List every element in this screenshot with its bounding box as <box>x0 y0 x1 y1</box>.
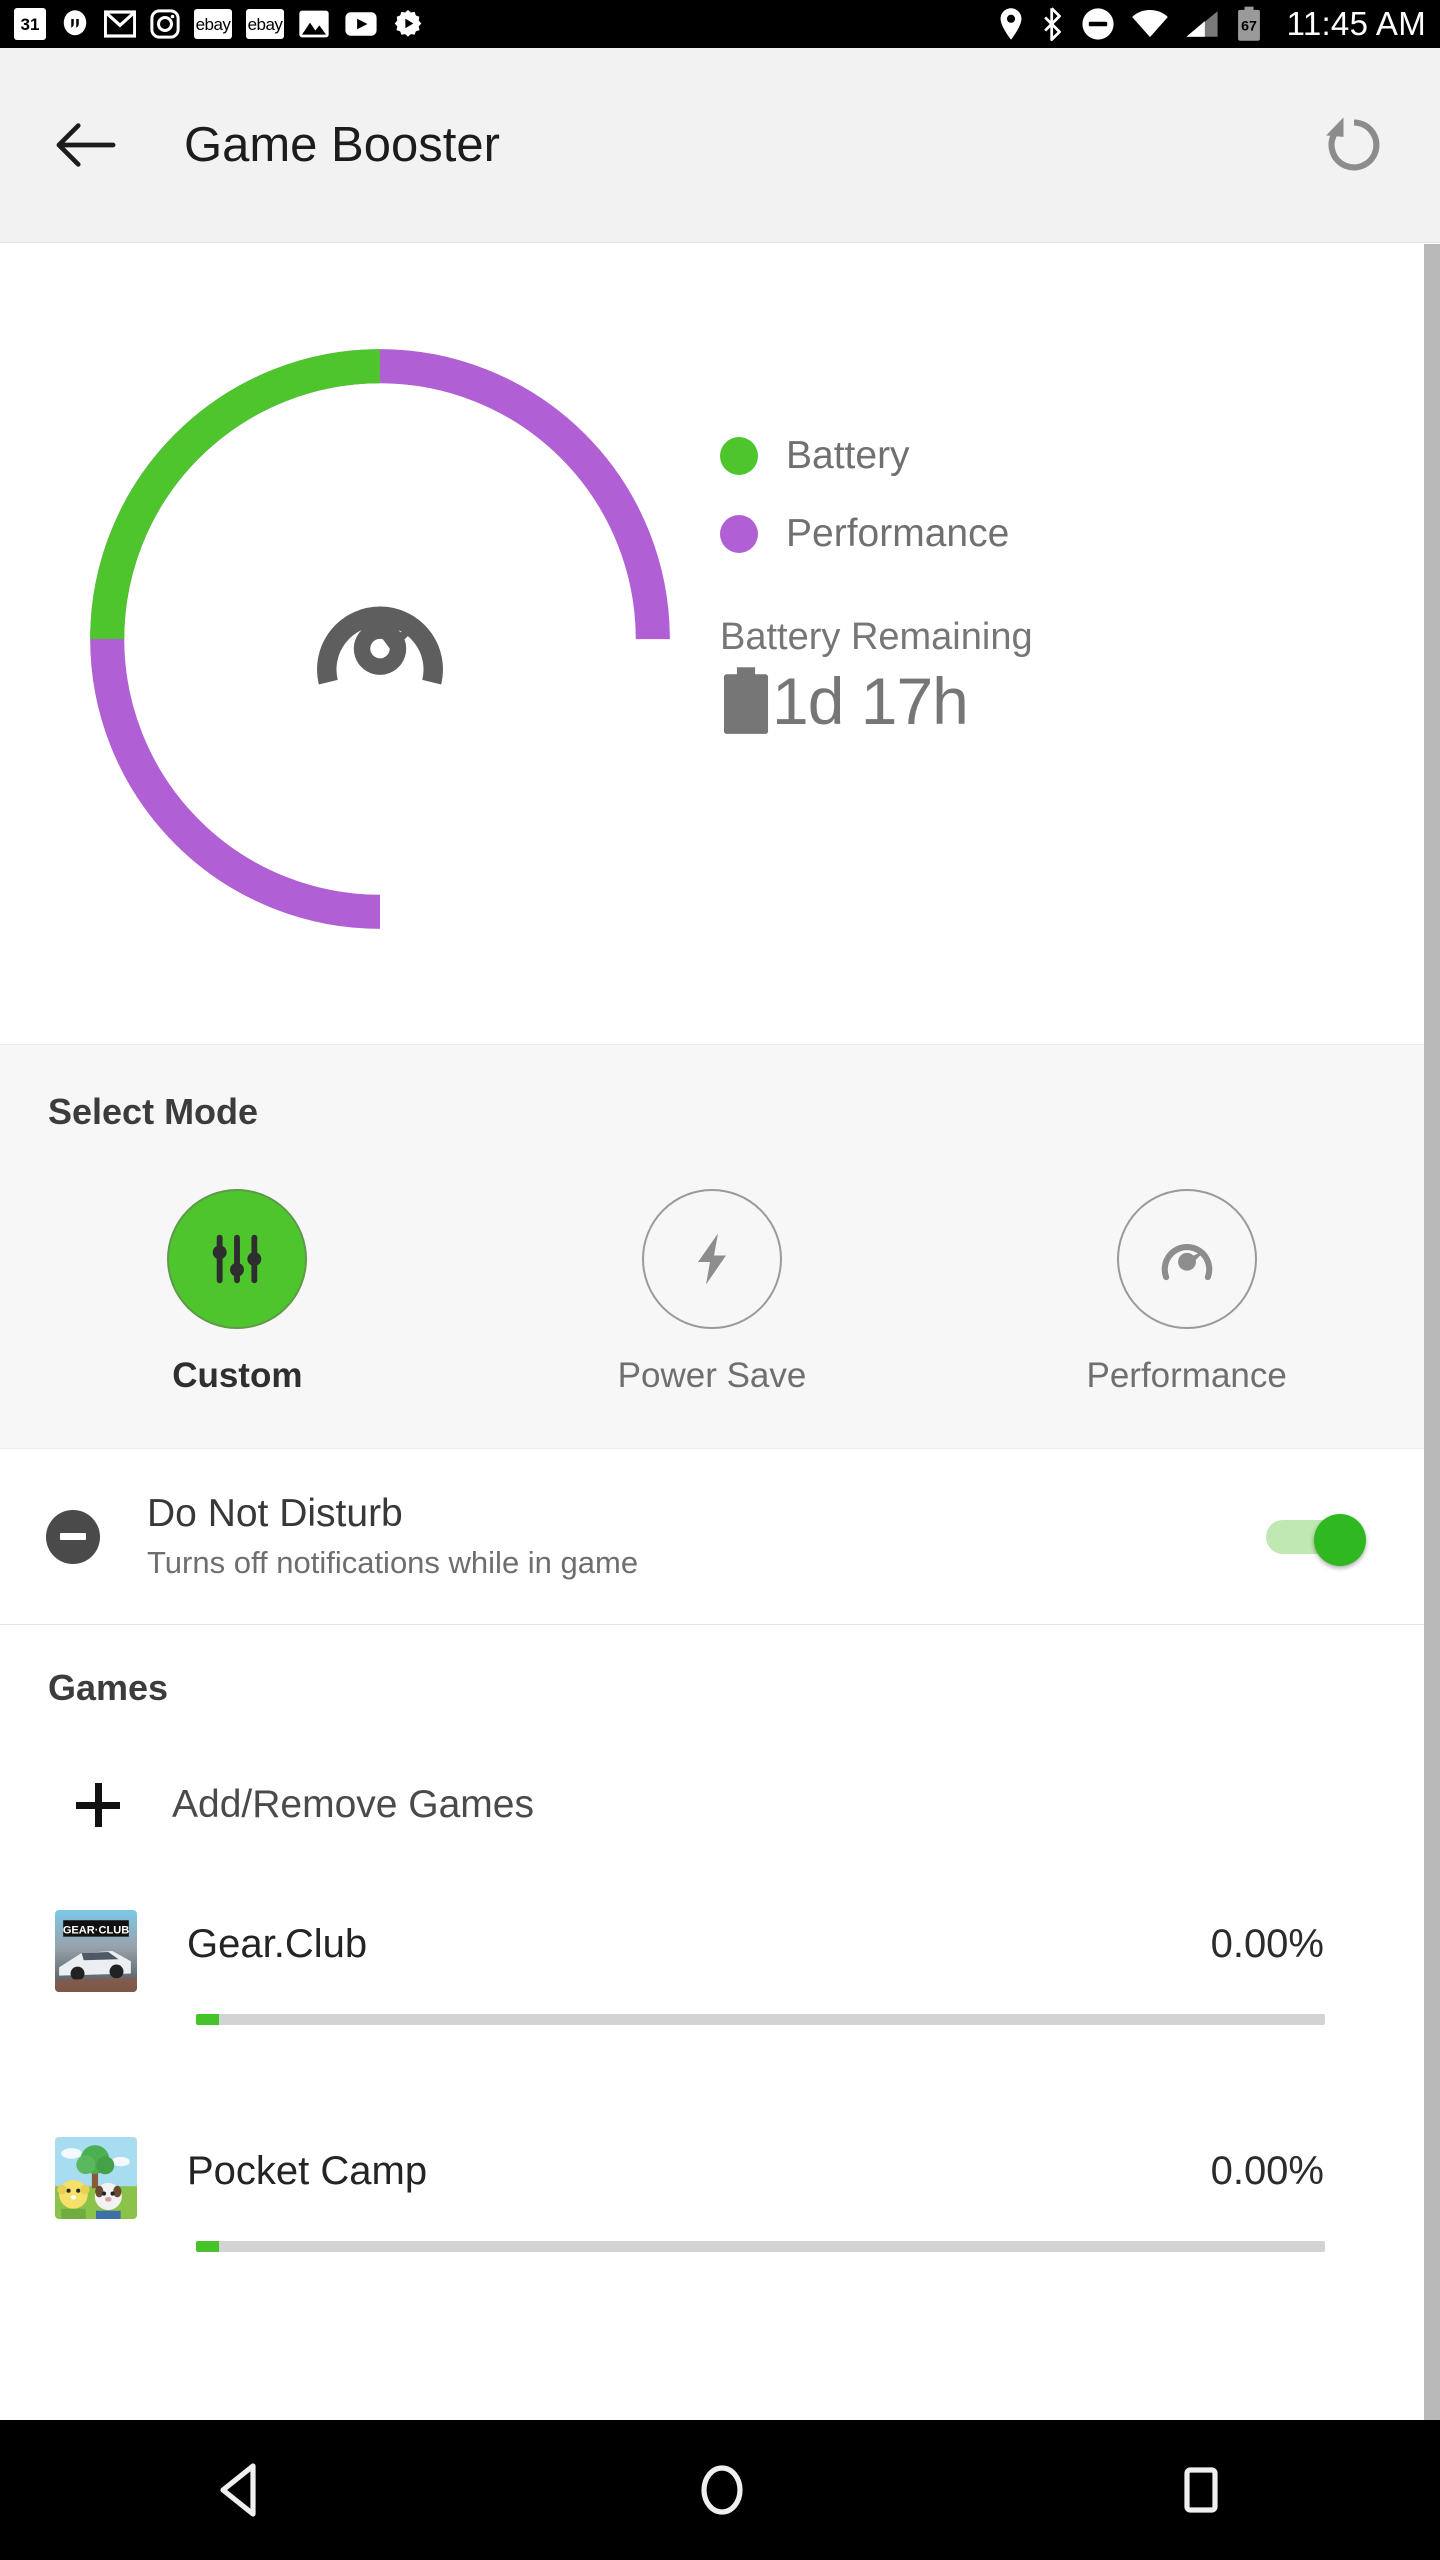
mode-option-custom[interactable]: Custom <box>0 1189 475 1396</box>
phone-screen: 31 ebay ebay 67 11:45 AM Game Booster Ba… <box>0 0 1440 2560</box>
game-name: Gear.Club <box>187 1922 368 1966</box>
reset-icon[interactable] <box>1323 114 1385 176</box>
android-navigation-bar <box>0 2420 1440 2560</box>
nav-recents-icon[interactable] <box>1177 2462 1225 2518</box>
location-icon <box>1000 8 1022 40</box>
do-not-disturb-toggle[interactable] <box>1266 1513 1366 1566</box>
bluetooth-icon <box>1043 7 1061 41</box>
do-not-disturb-icon <box>46 1509 100 1564</box>
mode-option-performance[interactable]: Performance <box>949 1189 1424 1396</box>
hangouts-icon <box>63 10 87 36</box>
status-bar: 31 ebay ebay 67 11:45 AM <box>0 0 1440 48</box>
battery-full-icon <box>723 667 769 734</box>
battery-remaining-label: Battery Remaining <box>720 616 1033 658</box>
game-list-item[interactable]: Pocket Camp 0.00% <box>0 2099 1424 2326</box>
status-bar-system-icons: 67 11:45 AM <box>997 5 1426 43</box>
games-section: Games Add/Remove Games GEAR·CLUB Gear.Cl… <box>0 1625 1424 2326</box>
mode-options: Custom Power Save Performance <box>0 1189 1424 1396</box>
game-row-top: GEAR·CLUB Gear.Club 0.00% <box>55 1872 1424 1992</box>
lightning-bolt-icon <box>698 1233 726 1285</box>
game-row-top: Pocket Camp 0.00% <box>55 2099 1424 2219</box>
legend-label-battery: Battery <box>786 434 910 477</box>
back-arrow-icon[interactable] <box>55 117 117 173</box>
ebay-icon-2: ebay <box>246 9 284 39</box>
legend-dot-battery <box>720 437 758 475</box>
gmail-icon <box>104 10 136 38</box>
toggle-knob[interactable] <box>1314 1513 1366 1566</box>
game-list-item[interactable]: GEAR·CLUB Gear.Club 0.00% <box>0 1872 1424 2099</box>
games-title: Games <box>48 1667 169 1708</box>
battery-remaining-value: 1d 17h <box>772 664 969 738</box>
game-progress-bar <box>196 2241 1325 2252</box>
select-mode-title: Select Mode <box>48 1091 259 1132</box>
wifi-icon <box>1131 9 1168 38</box>
mode-label-power-save: Power Save <box>617 1356 807 1395</box>
mode-option-power-save[interactable]: Power Save <box>475 1189 950 1396</box>
battery-level-text: 67 <box>1241 17 1257 33</box>
mode-circle-performance[interactable] <box>1116 1189 1257 1329</box>
do-not-disturb-subtitle: Turns off notifications while in game <box>147 1545 639 1580</box>
mode-circle-custom[interactable] <box>167 1189 308 1329</box>
battery-icon: 67 <box>1237 6 1260 41</box>
youtube-icon <box>345 12 377 36</box>
ebay-icon-1: ebay <box>194 9 232 39</box>
plus-icon <box>76 1782 120 1827</box>
nav-back-icon[interactable] <box>215 2462 267 2518</box>
game-progress-bar <box>196 2014 1325 2025</box>
svg-text:GEAR·CLUB: GEAR·CLUB <box>63 1924 129 1936</box>
scroll-content[interactable]: Battery Performance Battery Remaining 1d… <box>0 244 1440 2420</box>
mode-label-custom: Custom <box>172 1356 303 1395</box>
pocket-camp-app-icon <box>55 2137 137 2219</box>
legend-item-battery: Battery <box>720 434 1033 478</box>
chart-legend: Battery Performance Battery Remaining 1d… <box>720 434 1033 739</box>
game-progress-fill <box>196 2014 219 2025</box>
do-not-disturb-row[interactable]: Do Not Disturb Turns off notifications w… <box>0 1448 1424 1625</box>
photos-icon <box>299 10 329 38</box>
game-name: Pocket Camp <box>187 2149 428 2193</box>
game-percent: 0.00% <box>1210 1922 1324 1966</box>
battery-remaining-row: 1d 17h <box>720 663 1033 739</box>
status-bar-clock: 11:45 AM <box>1286 5 1426 42</box>
legend-label-performance: Performance <box>786 512 1010 555</box>
cellular-signal-icon <box>1186 11 1218 37</box>
legend-item-performance: Performance <box>720 512 1033 556</box>
add-remove-games-label: Add/Remove Games <box>172 1782 534 1826</box>
page-title: Game Booster <box>184 118 500 172</box>
instagram-icon <box>150 9 180 39</box>
mode-circle-power-save[interactable] <box>642 1189 782 1329</box>
minus-glyph <box>60 1533 86 1540</box>
add-remove-games-row[interactable]: Add/Remove Games <box>0 1737 1424 1872</box>
gear-club-app-icon: GEAR·CLUB <box>55 1910 137 1992</box>
battery-performance-summary: Battery Performance Battery Remaining 1d… <box>0 244 1424 1044</box>
nav-home-icon[interactable] <box>696 2462 748 2518</box>
settings-gear-icon <box>394 10 422 37</box>
do-not-disturb-icon <box>1082 8 1114 40</box>
vertical-scrollbar[interactable] <box>1424 244 1440 2420</box>
speedometer-icon <box>310 572 450 707</box>
select-mode-section: Select Mode Custom Power Save Performanc… <box>0 1044 1424 1448</box>
do-not-disturb-title: Do Not Disturb <box>147 1492 403 1535</box>
calendar-icon: 31 <box>14 8 46 40</box>
legend-dot-performance <box>720 515 758 553</box>
do-not-disturb-texts: Do Not Disturb Turns off notifications w… <box>147 1492 1266 1581</box>
mode-label-performance: Performance <box>1086 1356 1287 1395</box>
game-progress-fill <box>196 2241 219 2252</box>
status-bar-notification-icons: 31 ebay ebay <box>14 8 997 40</box>
game-percent: 0.00% <box>1210 2149 1324 2193</box>
sliders-icon <box>213 1234 262 1284</box>
battery-performance-donut-chart <box>70 329 690 949</box>
speedometer-icon <box>1161 1244 1212 1281</box>
app-bar: Game Booster <box>0 48 1440 243</box>
